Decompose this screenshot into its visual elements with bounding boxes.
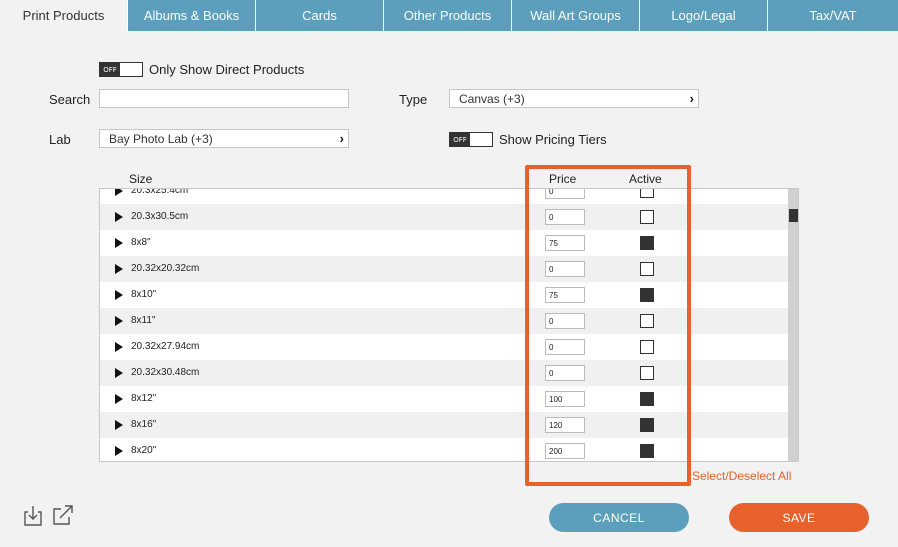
- size-cell: 8x12": [131, 393, 157, 404]
- type-select[interactable]: Canvas (+3) ›: [449, 89, 699, 108]
- lab-label: Lab: [49, 132, 71, 147]
- price-input[interactable]: 75: [545, 235, 585, 251]
- expand-triangle-icon[interactable]: [115, 212, 123, 222]
- expand-triangle-icon[interactable]: [115, 446, 123, 456]
- import-icon[interactable]: [23, 503, 45, 527]
- toggle-state: OFF: [450, 133, 470, 146]
- tab-other-products[interactable]: Other Products: [384, 0, 512, 31]
- expand-triangle-icon[interactable]: [115, 368, 123, 378]
- table-row: 20.32x20.32cm 0: [100, 256, 788, 282]
- size-cell: 20.3x30.5cm: [131, 211, 189, 222]
- size-cell: 8x20": [131, 445, 157, 456]
- tab-cards[interactable]: Cards: [256, 0, 384, 31]
- expand-triangle-icon[interactable]: [115, 290, 123, 300]
- expand-triangle-icon[interactable]: [115, 238, 123, 248]
- size-cell: 20.32x30.48cm: [131, 367, 200, 378]
- scrollbar-thumb[interactable]: [789, 209, 798, 222]
- tab-print-products[interactable]: Print Products: [0, 0, 128, 31]
- tab-albums-books[interactable]: Albums & Books: [128, 0, 256, 31]
- size-cell: 20.3x25.4cm: [131, 188, 189, 196]
- save-button[interactable]: SAVE: [729, 503, 869, 532]
- products-table: 20.3x25.4cm 0 20.3x30.5cm 0 8x8" 75 20.32x20.3…: [99, 188, 799, 462]
- active-checkbox[interactable]: [640, 392, 654, 406]
- toggle-state: OFF: [100, 63, 120, 76]
- table-row: 8x11" 0: [100, 308, 788, 334]
- size-cell: 20.32x27.94cm: [131, 341, 200, 352]
- price-input[interactable]: 120: [545, 417, 585, 433]
- table-row: 8x16" 120: [100, 412, 788, 438]
- price-column-header: Price: [549, 172, 577, 186]
- active-checkbox[interactable]: [640, 418, 654, 432]
- lab-value: Bay Photo Lab (+3): [109, 131, 213, 146]
- size-cell: 8x11": [131, 315, 156, 326]
- expand-triangle-icon[interactable]: [115, 420, 123, 430]
- search-label: Search: [49, 92, 91, 107]
- search-input[interactable]: [99, 89, 349, 108]
- table-row: 8x20" 200: [100, 438, 788, 461]
- price-input[interactable]: 0: [545, 189, 585, 199]
- price-input[interactable]: 0: [545, 365, 585, 381]
- expand-triangle-icon[interactable]: [115, 264, 123, 274]
- pricing-tiers-toggle[interactable]: OFF: [449, 132, 493, 147]
- active-checkbox[interactable]: [640, 288, 654, 302]
- price-input[interactable]: 0: [545, 313, 585, 329]
- size-cell: 8x10": [131, 289, 157, 300]
- active-checkbox[interactable]: [640, 210, 654, 224]
- size-cell: 8x8": [131, 237, 151, 248]
- price-input[interactable]: 0: [545, 339, 585, 355]
- price-input[interactable]: 100: [545, 391, 585, 407]
- tab-bar: Print Products Albums & Books Cards Othe…: [0, 0, 898, 31]
- direct-products-toggle[interactable]: OFF: [99, 62, 143, 77]
- active-checkbox[interactable]: [640, 340, 654, 354]
- active-checkbox[interactable]: [640, 262, 654, 276]
- table-row: 20.3x30.5cm 0: [100, 204, 788, 230]
- chevron-right-icon: ›: [339, 131, 344, 146]
- pricing-tiers-label: Show Pricing Tiers: [499, 132, 607, 147]
- cancel-button[interactable]: CANCEL: [549, 503, 689, 532]
- scrollbar-track[interactable]: [788, 189, 798, 461]
- table-row: 8x10" 75: [100, 282, 788, 308]
- active-checkbox[interactable]: [640, 189, 654, 198]
- table-row: 8x12" 100: [100, 386, 788, 412]
- expand-triangle-icon[interactable]: [115, 394, 123, 404]
- table-row: 8x8" 75: [100, 230, 788, 256]
- price-input[interactable]: 0: [545, 261, 585, 277]
- table-rows: 20.3x25.4cm 0 20.3x30.5cm 0 8x8" 75 20.32x20.3…: [100, 188, 788, 461]
- type-value: Canvas (+3): [459, 91, 525, 106]
- tab-tax-vat[interactable]: Tax/VAT: [768, 0, 898, 31]
- price-input[interactable]: 75: [545, 287, 585, 303]
- table-row: 20.3x25.4cm 0: [100, 188, 788, 204]
- type-label: Type: [399, 92, 428, 107]
- lab-select[interactable]: Bay Photo Lab (+3) ›: [99, 129, 349, 148]
- direct-products-label: Only Show Direct Products: [149, 62, 305, 77]
- expand-triangle-icon[interactable]: [115, 342, 123, 352]
- table-row: 20.32x30.48cm 0: [100, 360, 788, 386]
- active-column-header: Active: [629, 172, 662, 186]
- size-cell: 8x16": [131, 419, 157, 430]
- active-checkbox[interactable]: [640, 314, 654, 328]
- expand-triangle-icon[interactable]: [115, 189, 123, 196]
- chevron-right-icon: ›: [689, 91, 694, 106]
- active-checkbox[interactable]: [640, 236, 654, 250]
- price-input[interactable]: 200: [545, 443, 585, 459]
- size-cell: 20.32x20.32cm: [131, 263, 200, 274]
- tab-logo-legal[interactable]: Logo/Legal: [640, 0, 768, 31]
- table-row: 20.32x27.94cm 0: [100, 334, 788, 360]
- select-deselect-all-link[interactable]: Select/Deselect All: [692, 469, 791, 483]
- external-link-icon[interactable]: [52, 503, 74, 527]
- active-checkbox[interactable]: [640, 444, 654, 458]
- active-checkbox[interactable]: [640, 366, 654, 380]
- tab-wall-art-groups[interactable]: Wall Art Groups: [512, 0, 640, 31]
- price-input[interactable]: 0: [545, 209, 585, 225]
- size-column-header: Size: [129, 172, 153, 186]
- expand-triangle-icon[interactable]: [115, 316, 123, 326]
